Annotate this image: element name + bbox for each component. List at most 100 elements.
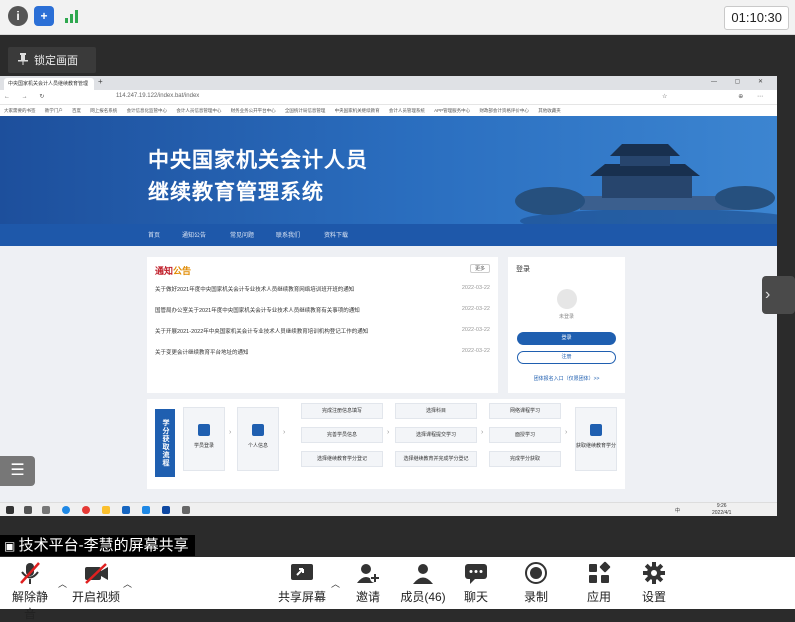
window-controls[interactable]: — ▢ ✕ <box>711 78 771 85</box>
share-screen-icon <box>289 561 315 585</box>
browser-tab-bar: 中央国家机关会计人员继续教育管理 + — ▢ ✕ <box>0 76 777 90</box>
certificate-icon <box>590 424 602 436</box>
arrow-icon: › <box>481 429 484 436</box>
signal-strength-icon[interactable] <box>62 6 82 26</box>
login-user: 未登录 <box>558 314 574 320</box>
bookmark-item[interactable]: 其他收藏夹 <box>538 108 561 113</box>
flow-step: 完善学员信息 <box>301 427 383 443</box>
nav-item[interactable]: 通知公告 <box>182 230 206 239</box>
chevron-right-icon[interactable]: › <box>762 276 795 314</box>
taskbar-clock: 9:26 2022/4/1 <box>712 503 732 516</box>
notice-item[interactable]: 国管局办公室关于2021年度中央国家机关会计专业技术人员继续教育有关事项的通知 2… <box>155 306 490 314</box>
apps-icon <box>586 561 612 585</box>
group-register-link[interactable]: 团体报名入口（仅限团体）>> <box>508 375 625 382</box>
members-button[interactable]: 成员(46) <box>398 561 448 605</box>
new-tab-icon[interactable]: + <box>98 77 103 86</box>
arrow-icon: › <box>283 429 286 436</box>
login-button[interactable]: 登录 <box>517 332 616 345</box>
mic-off-icon <box>17 561 43 585</box>
chevron-up-icon[interactable]: ︿ <box>58 577 67 590</box>
browser-tab[interactable]: 中央国家机关会计人员继续教育管理 <box>4 78 94 90</box>
apps-button[interactable]: 应用 <box>583 561 615 605</box>
arrow-icon: › <box>229 429 232 436</box>
edge-icon[interactable] <box>62 506 70 514</box>
folder-icon[interactable] <box>102 506 110 514</box>
notice-more-button[interactable]: 更多 <box>469 264 490 273</box>
nav-item[interactable]: 联系我们 <box>276 230 300 239</box>
app-icon[interactable] <box>122 506 130 514</box>
bookmark-item[interactable]: 大家需要的书签 <box>4 108 36 113</box>
members-icon <box>410 561 436 585</box>
lock-screen-label: 锁定画面 <box>34 55 78 67</box>
notice-item[interactable]: 关于开展2021-2022年中央国家机关会计专业技术人员继续教育培训机构登记工作… <box>155 327 490 335</box>
bookmark-item[interactable]: 会计人员管理系统 <box>389 108 425 113</box>
settings-button[interactable]: 设置 <box>638 561 670 605</box>
nav-item[interactable]: 首页 <box>148 230 160 239</box>
bookmark-item[interactable]: 中央国家机关继续教育 <box>335 108 380 113</box>
bookmark-item[interactable]: 教学门户 <box>45 108 63 113</box>
flow-start-card[interactable]: 学员登录 <box>183 407 225 471</box>
site-nav: 首页 通知公告 常见问题 联系我们 资料下载 <box>0 224 777 246</box>
meeting-top-bar: i + 01:10:30 <box>0 0 795 35</box>
credit-flow-panel: 学分获取流程 学员登录 › 个人信息 › 完成注册信息填写 完善学员信息 选择继… <box>147 399 625 489</box>
nav-item[interactable]: 常见问题 <box>230 230 254 239</box>
bookmark-item[interactable]: 网上报名系统 <box>90 108 117 113</box>
info-icon[interactable]: i <box>8 6 28 26</box>
chevron-up-icon[interactable]: ︿ <box>331 577 340 590</box>
flow-step-card[interactable]: 个人信息 <box>237 407 279 471</box>
flow-step: 完成注册信息填写 <box>301 403 383 419</box>
record-icon <box>523 561 549 585</box>
screen-share-icon: ▣ <box>4 539 19 553</box>
arrow-icon: › <box>387 429 390 436</box>
add-user-icon <box>355 561 381 585</box>
avatar <box>557 289 577 309</box>
flow-step: 面授学习 <box>489 427 561 443</box>
notice-item[interactable]: 关于变更会计继续教育平台地址的通知 2022-03-22 <box>155 348 490 356</box>
browser-menu-icons[interactable]: ⊕ ⋯ <box>738 93 769 100</box>
browser-nav-icons[interactable]: ← → ↻ <box>4 93 49 100</box>
bookmark-item[interactable]: 财政部会计资格评价中心 <box>479 108 529 113</box>
chevron-up-icon[interactable]: ︿ <box>123 577 132 590</box>
bookmark-item[interactable]: 会计人员信息管理中心 <box>176 108 221 113</box>
login-panel: 登录 未登录 登录 注册 团体报名入口（仅限团体）>> <box>508 257 625 393</box>
gear-icon <box>641 561 667 585</box>
flow-header: 学分获取流程 <box>155 409 175 477</box>
app-icon[interactable] <box>142 506 150 514</box>
chrome-icon[interactable] <box>82 506 90 514</box>
screen-share-label: ▣ 技术平台-李慧的屏幕共享 <box>0 535 195 556</box>
unmute-button[interactable]: 解除静音 <box>8 561 52 622</box>
lock-screen-button[interactable]: 锁定画面 <box>8 47 96 73</box>
security-shield-icon[interactable]: + <box>34 6 54 26</box>
bookmark-item[interactable]: 百度 <box>72 108 81 113</box>
login-title: 登录 <box>516 266 530 273</box>
chat-icon <box>463 561 489 585</box>
flow-step: 选择课程提交学习 <box>395 427 477 443</box>
nav-item[interactable]: 资料下载 <box>324 230 348 239</box>
list-menu-icon[interactable]: ☰ <box>0 456 35 486</box>
notice-item[interactable]: 关于做好2021年度中央国家机关会计专业技术人员继续教育网络培训班开班的通知 20… <box>155 285 490 293</box>
invite-button[interactable]: 邀请 <box>350 561 386 605</box>
task-view-icon[interactable] <box>42 506 50 514</box>
ime-indicator[interactable]: 中 <box>675 507 680 514</box>
gear-icon[interactable] <box>182 506 190 514</box>
register-button[interactable]: 注册 <box>517 351 616 364</box>
url-field[interactable]: 114.247.19.122/index.bat/index <box>116 93 199 99</box>
start-icon[interactable] <box>6 506 14 514</box>
bookmark-item[interactable]: APP管理服务中心 <box>434 108 470 113</box>
flow-end-card[interactable]: 获取继续教育学分 <box>575 407 617 471</box>
app-icon[interactable] <box>162 506 170 514</box>
bookmark-item[interactable]: 财务业务公开平台中心 <box>231 108 276 113</box>
flow-step: 选择继续教育并完成学分登记 <box>395 451 477 467</box>
chat-button[interactable]: 聊天 <box>460 561 492 605</box>
flow-step: 选择科目 <box>395 403 477 419</box>
bookmark-item[interactable]: 会计信息化监管中心 <box>127 108 168 113</box>
shared-screen: 中央国家机关会计人员继续教育管理 + — ▢ ✕ ← → ↻ 114.247.1… <box>0 76 777 516</box>
record-button[interactable]: 录制 <box>520 561 552 605</box>
search-icon[interactable] <box>24 506 32 514</box>
site-content: 通知公告 更多 关于做好2021年度中央国家机关会计专业技术人员继续教育网络培训… <box>0 246 777 502</box>
bookmark-item[interactable]: 全国统计局信息管理 <box>285 108 326 113</box>
share-screen-button[interactable]: 共享屏幕 <box>278 561 326 605</box>
start-video-button[interactable]: 开启视频 <box>72 561 120 605</box>
browser-toolbar-icons[interactable]: ☆ <box>662 93 667 100</box>
arrow-icon: › <box>565 429 568 436</box>
